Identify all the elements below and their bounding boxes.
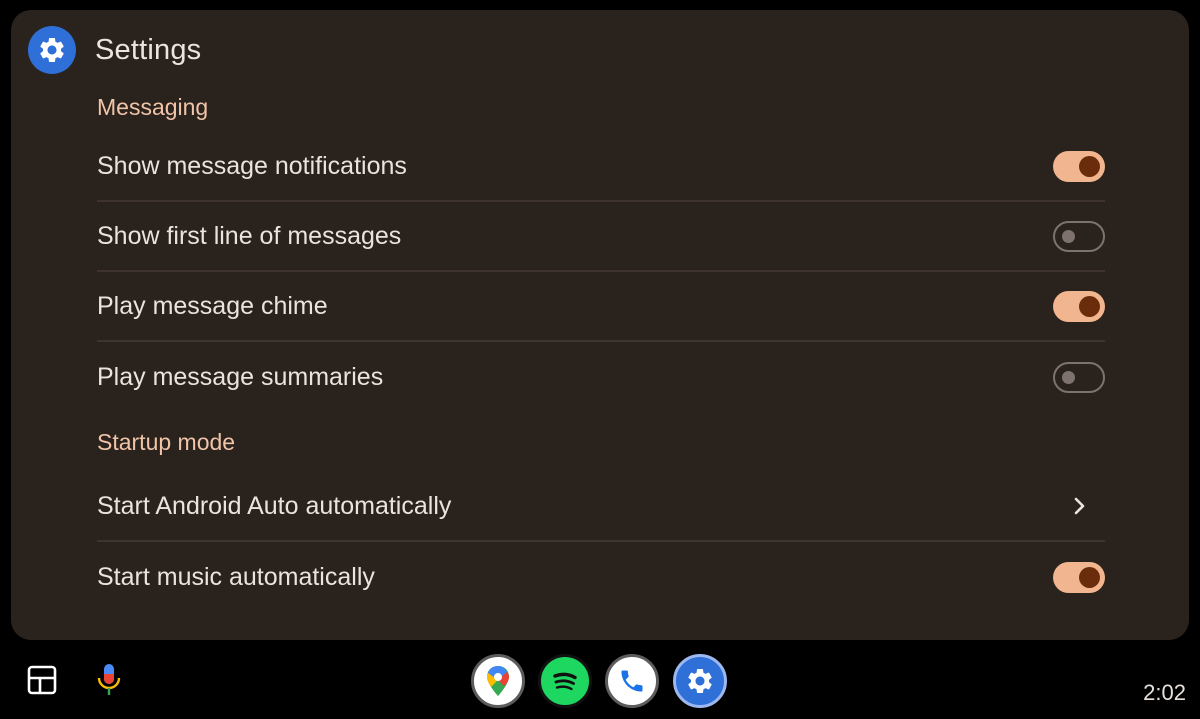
setting-row-play-message-summaries[interactable]: Play message summaries — [97, 342, 1105, 412]
toggle-knob — [1062, 229, 1075, 243]
chevron-right-icon[interactable] — [1067, 493, 1093, 519]
toggle-knob — [1062, 370, 1075, 384]
setting-label: Start Android Auto automatically — [97, 491, 452, 520]
setting-label: Play message chime — [97, 291, 328, 320]
setting-row-play-message-chime[interactable]: Play message chime — [97, 272, 1105, 342]
setting-row-start-music-automatically[interactable]: Start music automatically — [97, 542, 1105, 612]
setting-label: Show message notifications — [97, 151, 407, 180]
setting-label: Show first line of messages — [97, 221, 402, 250]
bottom-dock: 2:02 — [0, 640, 1200, 719]
maps-icon[interactable] — [471, 654, 525, 708]
spotify-icon[interactable] — [538, 654, 592, 708]
clock: 2:02 — [1143, 680, 1186, 705]
toggle-knob — [1079, 566, 1100, 588]
settings-list: Messaging Show message notifications Sho… — [97, 82, 1105, 612]
toggle-switch[interactable] — [1053, 150, 1105, 182]
settings-header: Settings — [28, 26, 201, 74]
toggle-switch[interactable] — [1053, 561, 1105, 593]
gear-icon[interactable] — [28, 26, 76, 74]
microphone-icon[interactable] — [92, 660, 126, 700]
settings-panel: Settings Messaging Show message notifica… — [11, 10, 1189, 640]
phone-icon[interactable] — [605, 654, 659, 708]
setting-label: Play message summaries — [97, 362, 384, 391]
setting-label: Start music automatically — [97, 562, 375, 591]
dashboard-icon[interactable] — [24, 662, 60, 698]
section-header-startup-mode: Startup mode — [97, 428, 236, 455]
android-auto-screen: Settings Messaging Show message notifica… — [0, 0, 1200, 719]
section-header-messaging: Messaging — [97, 93, 209, 120]
setting-row-start-android-auto-automatically[interactable]: Start Android Auto automatically — [97, 472, 1105, 542]
settings-icon[interactable] — [673, 654, 727, 708]
toggle-switch[interactable] — [1053, 220, 1105, 252]
toggle-switch[interactable] — [1053, 290, 1105, 322]
toggle-switch[interactable] — [1053, 361, 1105, 393]
setting-row-show-first-line-of-messages[interactable]: Show first line of messages — [97, 202, 1105, 272]
page-title: Settings — [95, 33, 202, 66]
setting-row-show-message-notifications[interactable]: Show message notifications — [97, 132, 1105, 202]
toggle-knob — [1079, 295, 1100, 317]
toggle-knob — [1079, 155, 1100, 177]
